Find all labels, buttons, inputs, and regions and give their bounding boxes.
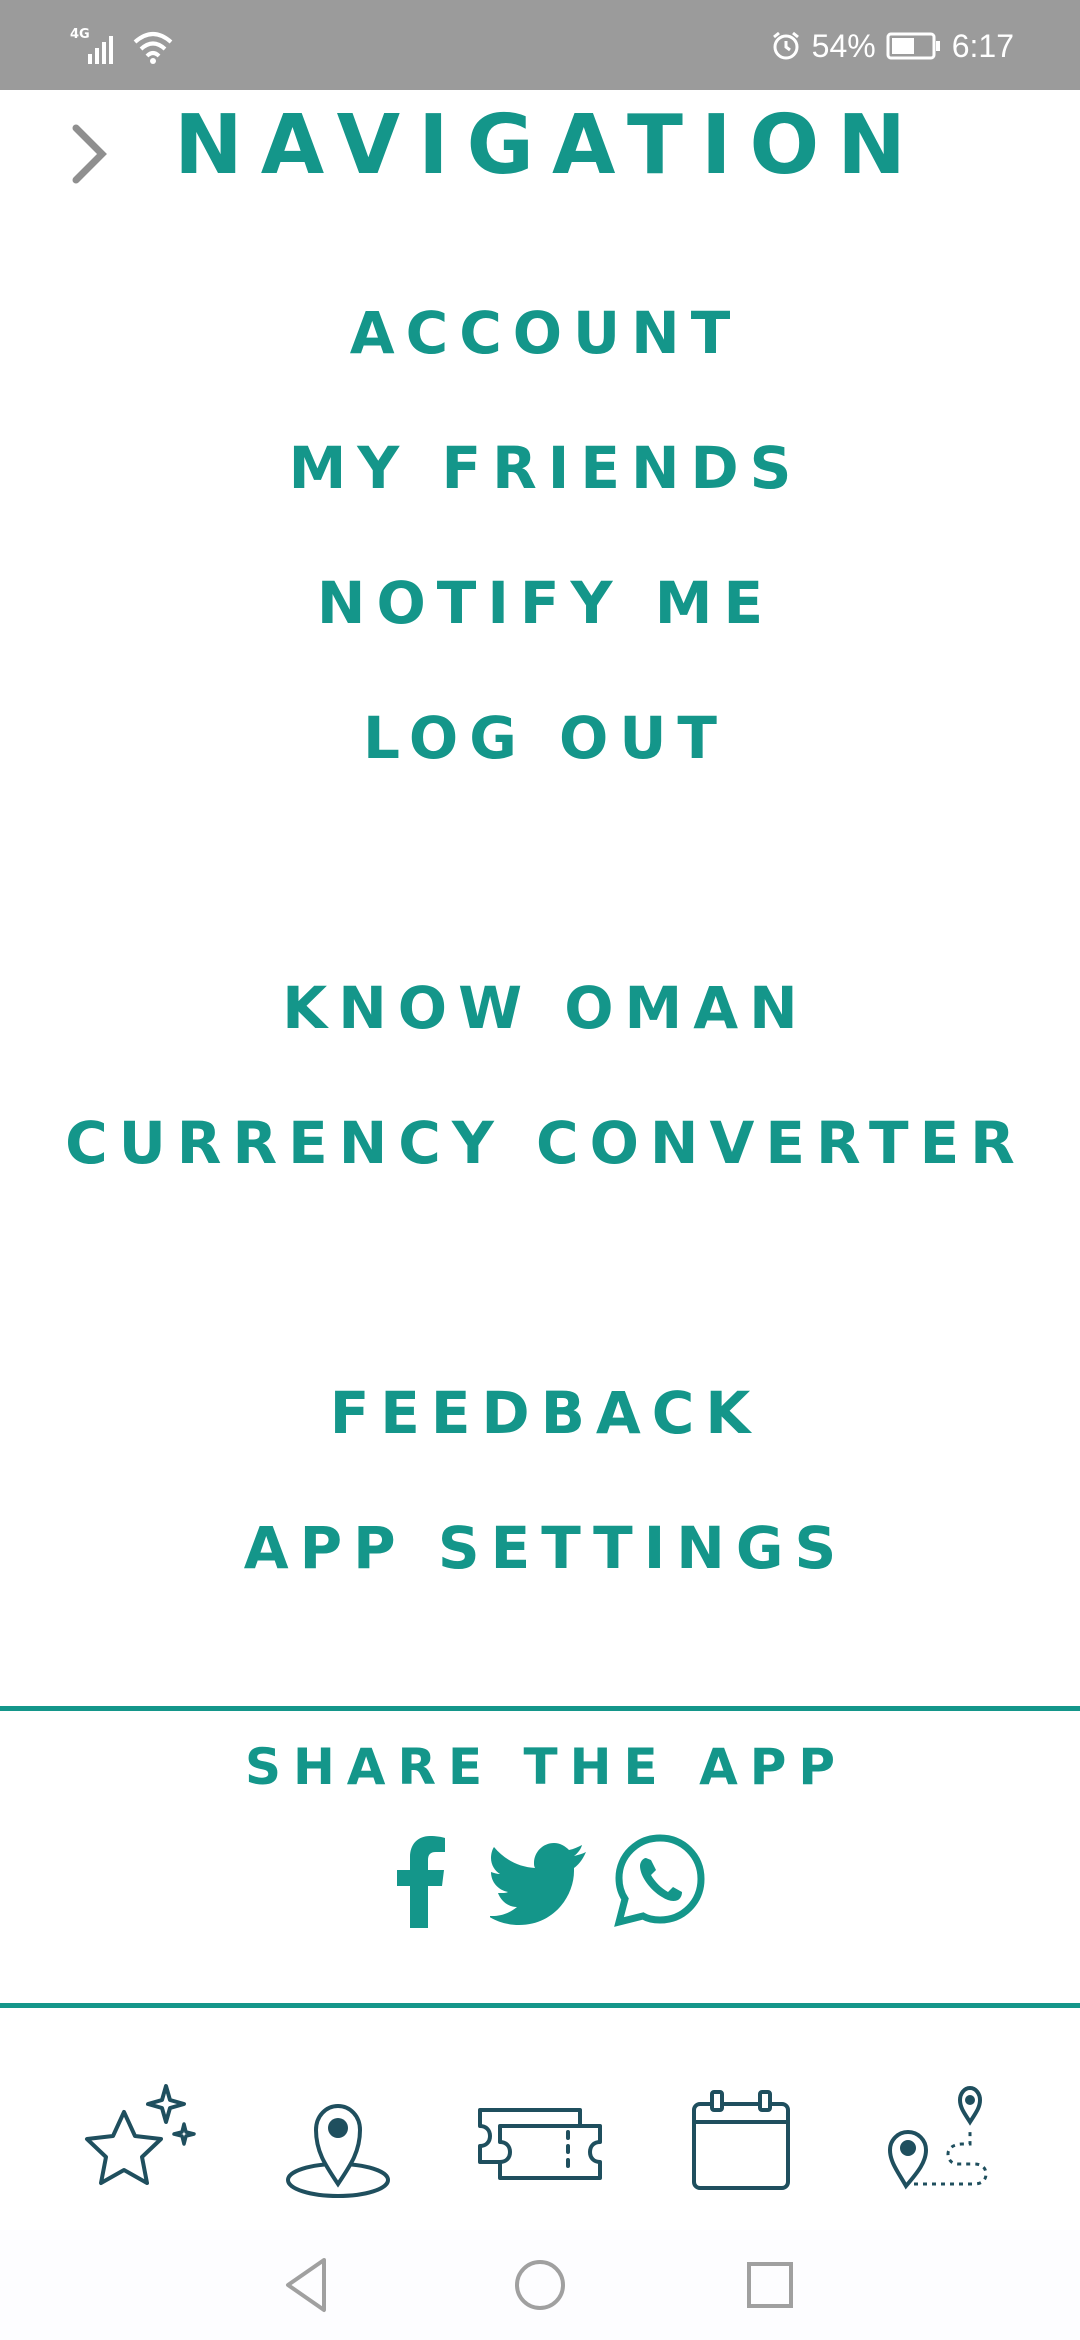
facebook-icon[interactable] — [370, 1830, 470, 1930]
calendar-icon[interactable] — [672, 2070, 812, 2210]
menu-item-log-out[interactable]: LOG OUT — [0, 703, 1080, 773]
page-title: NAVIGATION — [174, 98, 924, 193]
signal-icon: 4G — [70, 27, 113, 64]
share-divider-top — [0, 1706, 1080, 1711]
status-bar: 4G 54% 6:17 — [0, 0, 1080, 90]
route-icon[interactable] — [874, 2070, 1014, 2210]
location-pin-icon[interactable] — [268, 2070, 408, 2210]
clock: 6:17 — [951, 28, 1014, 64]
recents-square-icon[interactable] — [735, 2250, 805, 2320]
menu-item-account[interactable]: ACCOUNT — [0, 298, 1080, 368]
network-label: 4G — [70, 27, 90, 42]
twitter-icon[interactable] — [490, 1830, 590, 1930]
menu-item-currency-converter[interactable]: CURRENCY CONVERTER — [0, 1108, 1080, 1178]
menu-item-know-oman[interactable]: KNOW OMAN — [0, 973, 1080, 1043]
menu-item-my-friends[interactable]: MY FRIENDS — [0, 433, 1080, 503]
bottom-tab-bar — [0, 2010, 1080, 2250]
system-nav-bar — [0, 2230, 1080, 2340]
whatsapp-icon[interactable] — [610, 1830, 710, 1930]
back-triangle-icon[interactable] — [272, 2250, 342, 2320]
sparkle-star-icon[interactable] — [66, 2070, 206, 2210]
share-divider-bottom — [0, 2003, 1080, 2008]
wifi-icon — [133, 32, 173, 64]
home-circle-icon[interactable] — [505, 2250, 575, 2320]
share-title: SHARE THE APP — [244, 1738, 848, 1796]
status-left: 4G — [68, 26, 174, 66]
battery-percent: 54% — [811, 28, 876, 64]
battery-icon — [886, 32, 940, 60]
tickets-icon[interactable] — [470, 2070, 610, 2210]
menu-item-app-settings[interactable]: APP SETTINGS — [0, 1513, 1080, 1583]
status-right: 54% 6:17 — [770, 26, 1014, 66]
alarm-icon — [772, 31, 799, 60]
menu-item-feedback[interactable]: FEEDBACK — [0, 1378, 1080, 1448]
menu-item-notify-me[interactable]: NOTIFY ME — [0, 568, 1080, 638]
